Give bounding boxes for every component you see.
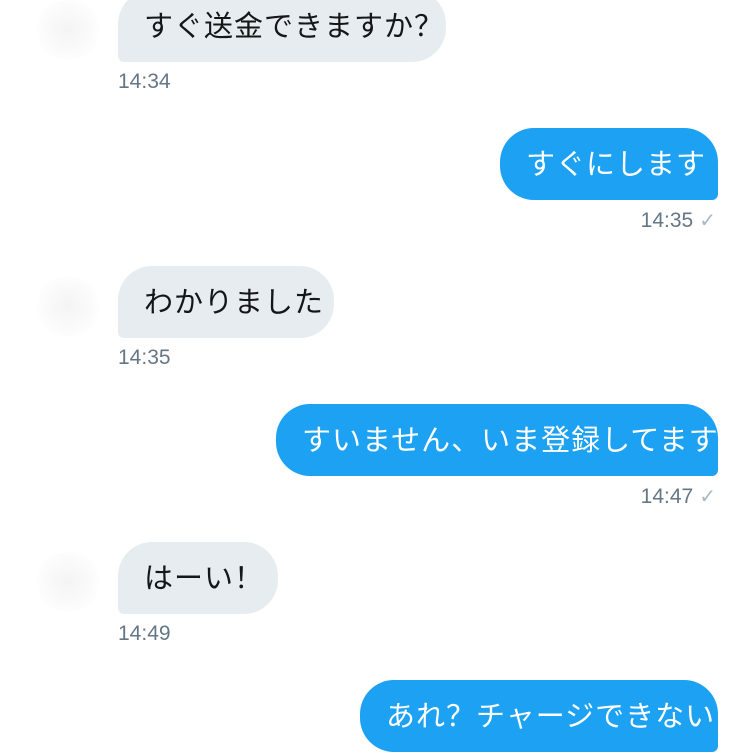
read-check-icon: ✓ <box>699 210 716 232</box>
message-timestamp: 14:49 <box>118 622 171 645</box>
sender-avatar[interactable] <box>36 0 100 60</box>
message-timestamp: 14:47 <box>640 485 694 508</box>
message-timestamp: 14:34 <box>118 70 171 93</box>
outgoing-message-bubble[interactable]: すいません、いま登録してます <box>276 404 718 476</box>
incoming-message-bubble[interactable]: わかりました <box>118 266 334 338</box>
message-timestamp-row: 14:47 ✓ <box>641 484 716 509</box>
incoming-message-bubble[interactable]: すぐ送金できますか？ <box>118 0 446 62</box>
sender-avatar[interactable] <box>36 276 100 336</box>
outgoing-message-bubble[interactable]: すぐにします <box>500 128 718 200</box>
incoming-message-bubble[interactable]: はーい！ <box>118 542 278 614</box>
read-check-icon: ✓ <box>699 486 716 508</box>
conversation-thread: すぐ送金できますか？ 14:34 すぐにします 14:35 ✓ わかりました 14… <box>0 0 750 754</box>
sender-avatar[interactable] <box>36 552 100 612</box>
message-timestamp: 14:35 <box>118 346 171 369</box>
message-timestamp-row: 14:35 ✓ <box>641 208 716 233</box>
outgoing-message-bubble[interactable]: あれ？チャージできない <box>360 680 718 752</box>
message-timestamp: 14:35 <box>640 209 694 232</box>
